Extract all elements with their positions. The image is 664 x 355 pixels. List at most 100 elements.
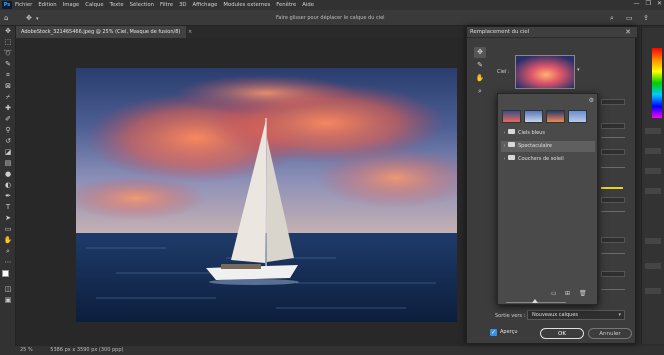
foreground-color-swatch[interactable] [2, 270, 9, 277]
slider-track[interactable] [601, 289, 625, 290]
sky-preset-thumbnail[interactable] [546, 110, 565, 123]
slider-track[interactable] [601, 211, 625, 212]
cancel-button[interactable]: Annuler [588, 328, 632, 339]
screen-mode-icon[interactable]: ▣ [0, 295, 16, 306]
sky-preset-thumbnail[interactable] [502, 110, 521, 123]
pen-tool-icon[interactable]: ✒ [0, 191, 16, 202]
document-info[interactable]: 5386 px x 3590 px (300 ppp) [50, 347, 123, 353]
sky-preset-thumbnail[interactable] [524, 110, 543, 123]
slider-value-field[interactable] [601, 271, 625, 277]
slider-track[interactable] [601, 167, 625, 168]
move-tool-icon[interactable]: ✥ [26, 14, 32, 22]
quick-select-tool-icon[interactable]: ✎ [0, 59, 16, 70]
slider-value-field[interactable] [601, 149, 625, 155]
menu-fichier[interactable]: Fichier [12, 2, 35, 8]
minimize-icon[interactable]: — [634, 0, 640, 7]
canvas-area[interactable] [16, 38, 466, 346]
search-icon[interactable]: ⌕ [610, 14, 614, 23]
menu-fenetre[interactable]: Fenêtre [273, 2, 299, 8]
menu-selection[interactable]: Sélection [127, 2, 157, 8]
move-sky-tool-icon[interactable]: ✥ [474, 47, 486, 58]
trash-icon[interactable]: 🗑 [579, 290, 587, 297]
rectangle-tool-icon[interactable]: ▭ [0, 224, 16, 235]
close-icon[interactable]: ✕ [625, 27, 631, 38]
crop-tool-icon[interactable]: ⌗ [0, 70, 16, 81]
menu-bar: Ps Fichier Edition Image Calque Texte Sé… [0, 0, 664, 10]
clone-stamp-tool-icon[interactable]: ⚲ [0, 125, 16, 136]
zoom-level[interactable]: 25 % [20, 347, 33, 353]
output-label: Sortie vers : [495, 313, 526, 319]
preview-checkbox[interactable]: ✓ [490, 329, 497, 336]
zoom-tool-icon[interactable]: ⌕ [474, 86, 486, 97]
share-icon[interactable]: ⇪ [643, 14, 649, 22]
slider-value-field[interactable] [601, 237, 625, 243]
slider-track[interactable] [601, 137, 625, 138]
menu-aide[interactable]: Aide [299, 2, 317, 8]
document-tab[interactable]: AdobeStock_321465466.jpeg @ 25% (Ciel, M… [16, 26, 192, 38]
type-tool-icon[interactable]: T [0, 202, 16, 213]
healing-brush-tool-icon[interactable]: ✚ [0, 103, 16, 114]
slider-track[interactable] [601, 253, 625, 254]
lasso-tool-icon[interactable]: ➰ [0, 48, 16, 59]
dodge-tool-icon[interactable]: ◐ [0, 180, 16, 191]
menu-affichage[interactable]: Affichage [190, 2, 221, 8]
path-selection-tool-icon[interactable]: ➤ [0, 213, 16, 224]
tool-preset-chevron-icon[interactable]: ▾ [36, 16, 39, 22]
zoom-tool-icon[interactable]: ⌕ [0, 246, 16, 257]
folder-icon [508, 142, 515, 147]
close-window-icon[interactable]: ✕ [657, 0, 662, 7]
quick-mask-icon[interactable]: ◫ [0, 284, 16, 295]
eyedropper-tool-icon[interactable]: ⌿ [0, 92, 16, 103]
sky-brush-tool-icon[interactable]: ✎ [474, 60, 486, 71]
slider-value-field[interactable] [601, 99, 625, 105]
home-icon[interactable]: ⌂ [4, 14, 8, 22]
hand-tool-icon[interactable]: ✋ [0, 235, 16, 246]
more-tools-icon[interactable]: ⋯ [0, 257, 16, 268]
chevron-right-icon[interactable]: › [501, 141, 508, 152]
preview-label[interactable]: Aperçu [500, 329, 518, 336]
chevron-right-icon[interactable]: › [501, 128, 508, 139]
ok-button[interactable]: OK [540, 328, 584, 339]
thumbnail-size-slider-handle[interactable] [532, 299, 538, 303]
slider-value-field[interactable] [601, 197, 625, 203]
list-item[interactable]: › Couchers de soleil [501, 154, 595, 165]
document-image[interactable] [76, 68, 457, 322]
menu-modules-externes[interactable]: Modules externes [220, 2, 273, 8]
color-adjust-slider[interactable] [601, 187, 623, 189]
menu-3d[interactable]: 3D [176, 2, 189, 8]
color-spectrum[interactable] [652, 48, 662, 118]
eraser-tool-icon[interactable]: ◪ [0, 147, 16, 158]
gradient-tool-icon[interactable]: ▤ [0, 158, 16, 169]
menu-filtre[interactable]: Filtre [157, 2, 176, 8]
list-item[interactable]: › Ciels bleus [501, 128, 595, 139]
chevron-right-icon[interactable]: › [501, 154, 508, 165]
tab-close-icon[interactable]: × [188, 29, 192, 35]
hand-tool-icon[interactable]: ✋ [474, 73, 486, 84]
menu-image[interactable]: Image [60, 2, 83, 8]
document-tab-label: AdobeStock_321465466.jpeg @ 25% (Ciel, M… [21, 29, 181, 35]
color-swatches[interactable] [0, 268, 15, 284]
menu-calque[interactable]: Calque [82, 2, 106, 8]
menu-texte[interactable]: Texte [107, 2, 127, 8]
options-bar: ⌂ ✥ ▾ Faire glisser pour déplacer le cal… [0, 10, 664, 26]
marquee-tool-icon[interactable]: ⬚ [0, 37, 16, 48]
list-item[interactable]: › Spectaculaire [501, 141, 595, 152]
sky-preset-thumbnail[interactable] [568, 110, 587, 123]
add-sky-icon[interactable]: ⊞ [565, 290, 570, 297]
sky-dropdown-chevron-icon[interactable]: ▾ [577, 67, 580, 73]
document-tab-bar: AdobeStock_321465466.jpeg @ 25% (Ciel, M… [16, 26, 466, 38]
frame-tool-icon[interactable]: ⊠ [0, 81, 16, 92]
menu-edition[interactable]: Edition [35, 2, 59, 8]
output-select[interactable]: Nouveaux calques ▾ [527, 310, 625, 320]
history-brush-tool-icon[interactable]: ↺ [0, 136, 16, 147]
sky-preview-thumbnail[interactable] [515, 55, 575, 89]
blur-tool-icon[interactable]: ● [0, 169, 16, 180]
new-folder-icon[interactable]: ▭ [551, 290, 557, 297]
maximize-icon[interactable]: ❐ [646, 0, 651, 7]
gear-icon[interactable]: ⚙ [589, 97, 594, 104]
brush-tool-icon[interactable]: ✐ [0, 114, 16, 125]
move-tool-icon[interactable]: ✥ [0, 26, 16, 37]
workspace-icon[interactable]: ▭ [626, 14, 633, 22]
popup-footer: ▭ ⊞ 🗑 [501, 289, 595, 301]
slider-value-field[interactable] [601, 123, 625, 129]
